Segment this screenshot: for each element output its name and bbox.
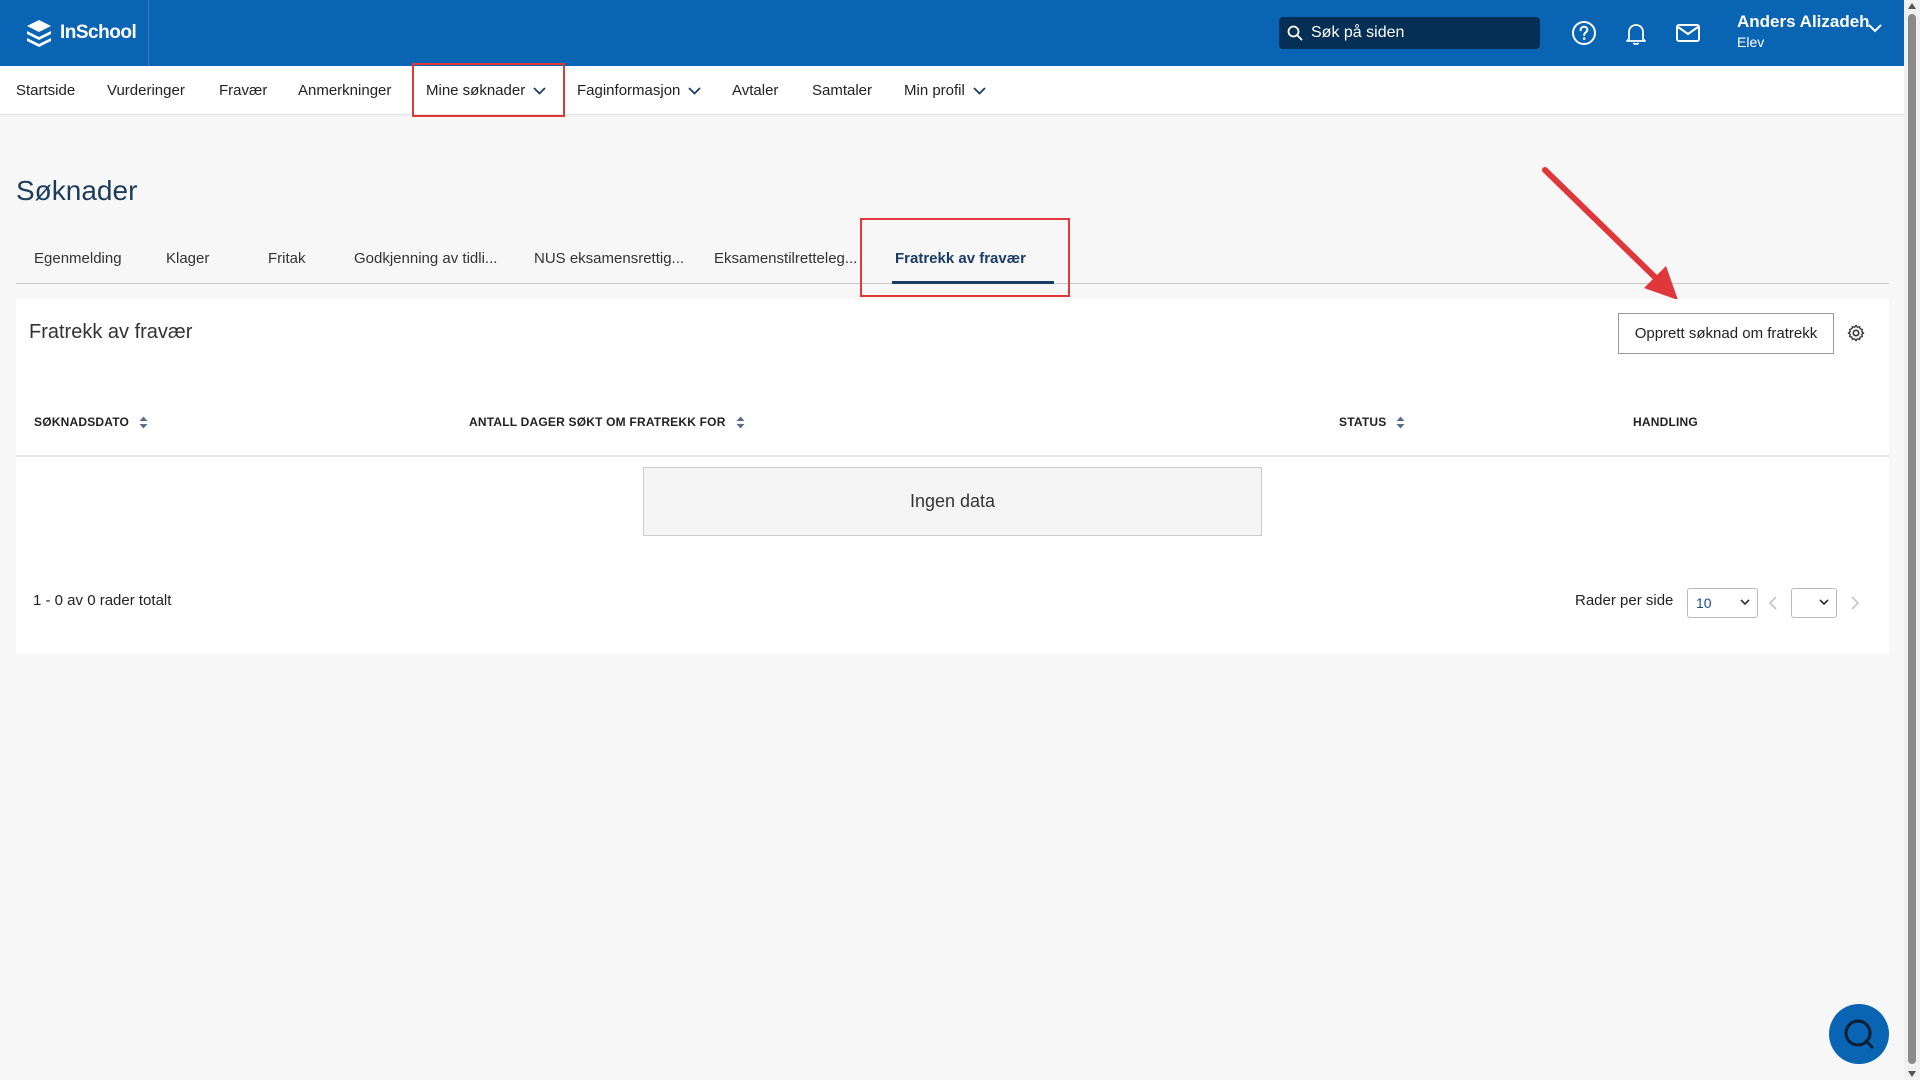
inschool-logo-icon bbox=[27, 20, 51, 47]
help-icon[interactable] bbox=[1571, 20, 1597, 46]
scroll-up-arrow[interactable] bbox=[1908, 3, 1916, 9]
chevron-down-icon bbox=[1819, 599, 1829, 606]
sort-icon[interactable] bbox=[736, 416, 745, 429]
chevron-down-icon bbox=[688, 86, 702, 95]
nav-item-min-profil[interactable]: Min profil bbox=[904, 66, 986, 115]
chat-help-button[interactable] bbox=[1829, 1004, 1889, 1064]
column-header-antall-dager[interactable]: ANTALL DAGER SØKT OM FRATREKK FOR bbox=[469, 415, 745, 429]
page-select[interactable] bbox=[1791, 588, 1837, 618]
chevron-down-icon bbox=[973, 86, 986, 95]
search-input[interactable] bbox=[1311, 24, 1521, 42]
search-icon bbox=[1287, 25, 1303, 41]
empty-state: Ingen data bbox=[643, 467, 1262, 536]
create-application-button[interactable]: Opprett søknad om fratrekk bbox=[1618, 313, 1834, 354]
search-box[interactable] bbox=[1279, 17, 1540, 49]
tab-klager[interactable]: Klager bbox=[166, 250, 209, 267]
nav-item-label: Faginformasjon bbox=[577, 82, 681, 99]
column-header-handling: HANDLING bbox=[1633, 415, 1698, 429]
table-header-divider bbox=[16, 455, 1889, 457]
column-header-status[interactable]: STATUS bbox=[1339, 415, 1405, 429]
nav-item-mine-soknader[interactable]: Mine søknader bbox=[426, 66, 546, 115]
tab-godkjenning[interactable]: Godkjenning av tidli... bbox=[354, 250, 497, 267]
top-bar: InSchool Anders Alizadeh Elev bbox=[0, 0, 1904, 66]
column-header-label: ANTALL DAGER SØKT OM FRATREKK FOR bbox=[469, 415, 726, 429]
tab-bar: Egenmelding Klager Fritak Godkjenning av… bbox=[16, 240, 1889, 284]
nav-item-label: Mine søknader bbox=[426, 82, 526, 99]
inschool-logo[interactable]: InSchool bbox=[24, 18, 137, 48]
rows-per-page-label: Rader per side bbox=[1575, 592, 1674, 609]
nav-item-label: Avtaler bbox=[732, 82, 779, 99]
nav-item-label: Startside bbox=[16, 82, 76, 99]
scroll-down-arrow[interactable] bbox=[1908, 1071, 1916, 1077]
chevron-down-icon bbox=[1740, 599, 1750, 606]
gear-icon[interactable] bbox=[1847, 324, 1865, 342]
nav-item-anmerkninger[interactable]: Anmerkninger bbox=[298, 66, 391, 115]
nav-item-avtaler[interactable]: Avtaler bbox=[732, 66, 778, 115]
rows-per-page-select[interactable]: 10 bbox=[1687, 588, 1758, 618]
nav-item-samtaler[interactable]: Samtaler bbox=[812, 66, 872, 115]
tab-nus-eksamensrettighet[interactable]: NUS eksamensrettig... bbox=[534, 250, 684, 267]
scroll-thumb[interactable] bbox=[1908, 14, 1916, 1064]
main-nav: Startside Vurderinger Fravær Anmerkninge… bbox=[0, 66, 1904, 115]
column-header-label: HANDLING bbox=[1633, 415, 1698, 429]
active-tab-indicator bbox=[892, 281, 1054, 284]
chat-icon bbox=[1844, 1019, 1874, 1049]
tab-fritak[interactable]: Fritak bbox=[268, 250, 306, 267]
nav-item-label: Min profil bbox=[904, 82, 965, 99]
column-header-soknadsdato[interactable]: SØKNADSDATO bbox=[34, 415, 148, 429]
tab-eksamenstilrettelegging[interactable]: Eksamenstilretteleg... bbox=[714, 250, 857, 267]
user-menu[interactable]: Anders Alizadeh Elev bbox=[1737, 12, 1870, 50]
nav-item-faginformasjon[interactable]: Faginformasjon bbox=[577, 66, 702, 115]
column-header-label: SØKNADSDATO bbox=[34, 415, 130, 429]
tab-fratrekk-av-fravaer[interactable]: Fratrekk av fravær bbox=[895, 250, 1026, 267]
tab-egenmelding[interactable]: Egenmelding bbox=[34, 250, 122, 267]
scrollbar[interactable] bbox=[1904, 0, 1920, 1080]
rows-total-text: 1 - 0 av 0 rader totalt bbox=[33, 592, 172, 609]
annotation-arrow-icon bbox=[1542, 167, 1678, 300]
chevron-down-icon bbox=[533, 86, 546, 95]
sort-icon[interactable] bbox=[1396, 416, 1405, 429]
chevron-left-icon[interactable] bbox=[1768, 595, 1778, 611]
chevron-down-icon[interactable] bbox=[1868, 24, 1882, 33]
nav-item-label: Anmerkninger bbox=[298, 82, 392, 99]
nav-item-label: Fravær bbox=[219, 82, 268, 99]
mail-icon[interactable] bbox=[1675, 20, 1701, 46]
nav-item-label: Samtaler bbox=[812, 82, 873, 99]
page-title: Søknader bbox=[16, 175, 138, 206]
nav-item-fravaer[interactable]: Fravær bbox=[219, 66, 267, 115]
bell-icon[interactable] bbox=[1623, 20, 1649, 46]
chevron-right-icon[interactable] bbox=[1850, 595, 1860, 611]
applications-card: Fratrekk av fravær Opprett søknad om fra… bbox=[16, 299, 1889, 654]
card-title: Fratrekk av fravær bbox=[29, 321, 193, 343]
logo-text: InSchool bbox=[60, 22, 137, 43]
user-role: Elev bbox=[1737, 34, 1765, 50]
rows-per-page-value: 10 bbox=[1696, 595, 1712, 611]
divider bbox=[148, 0, 149, 66]
nav-item-label: Vurderinger bbox=[107, 82, 185, 99]
nav-item-vurderinger[interactable]: Vurderinger bbox=[107, 66, 185, 115]
sort-icon[interactable] bbox=[139, 416, 148, 429]
column-header-label: STATUS bbox=[1339, 415, 1387, 429]
user-name: Anders Alizadeh bbox=[1737, 12, 1870, 31]
nav-item-startside[interactable]: Startside bbox=[16, 66, 75, 115]
